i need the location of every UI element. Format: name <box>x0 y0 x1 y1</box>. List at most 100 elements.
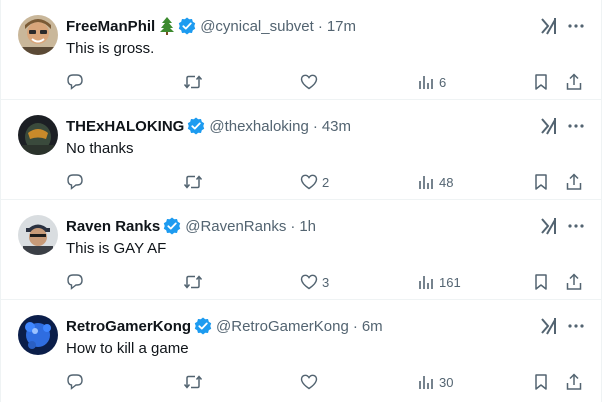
action-bar: 2 48 <box>66 170 591 194</box>
post-header: THExHALOKING @thexhaloking · 43m <box>66 116 351 136</box>
repost-button[interactable] <box>183 270 203 294</box>
like-button[interactable] <box>300 370 322 394</box>
views-chart-icon <box>417 273 435 291</box>
post-header: Raven Ranks @RavenRanks · 1h <box>66 216 316 236</box>
bookmark-icon <box>532 373 550 391</box>
verified-badge-icon <box>194 317 212 335</box>
verified-badge-icon <box>163 217 181 235</box>
reply-button[interactable] <box>66 70 84 94</box>
share-button[interactable] <box>565 70 583 94</box>
views-count: 6 <box>439 74 447 90</box>
views-button[interactable]: 48 <box>417 170 453 194</box>
share-button[interactable] <box>565 370 583 394</box>
views-count: 161 <box>439 274 461 290</box>
post-header: RetroGamerKong @RetroGamerKong · 6m <box>66 316 383 336</box>
avatar[interactable] <box>18 315 58 355</box>
heart-icon <box>300 373 318 391</box>
grok-icon[interactable] <box>539 116 559 136</box>
avatar[interactable] <box>18 115 58 155</box>
display-name[interactable]: FreeManPhil <box>66 18 155 35</box>
verified-badge-icon <box>178 17 196 35</box>
bookmark-icon <box>532 73 550 91</box>
repost-button[interactable] <box>183 170 203 194</box>
views-chart-icon <box>417 73 435 91</box>
user-handle[interactable]: @RavenRanks <box>185 218 286 235</box>
bookmark-button[interactable] <box>532 270 550 294</box>
user-handle[interactable]: @cynical_subvet <box>200 18 314 35</box>
user-handle[interactable]: @thexhaloking <box>209 118 308 135</box>
user-handle[interactable]: @RetroGamerKong <box>216 318 349 335</box>
display-name[interactable]: RetroGamerKong <box>66 318 191 335</box>
share-icon <box>565 373 583 391</box>
share-button[interactable] <box>565 270 583 294</box>
more-options-icon[interactable] <box>567 116 585 136</box>
post-header: FreeManPhil @cynical_subvet · 17m <box>66 16 356 36</box>
like-button[interactable]: 3 <box>300 270 329 294</box>
post-text: How to kill a game <box>66 340 189 357</box>
separator-dot: · <box>312 117 318 135</box>
like-button[interactable]: 2 <box>300 170 329 194</box>
views-button[interactable]: 161 <box>417 270 461 294</box>
repost-button[interactable] <box>183 370 203 394</box>
repost-icon <box>183 73 203 91</box>
share-icon <box>565 173 583 191</box>
reply-icon <box>66 73 84 91</box>
like-count: 2 <box>322 174 330 190</box>
repost-button[interactable] <box>183 70 203 94</box>
post-card[interactable]: FreeManPhil @cynical_subvet · 17m This i… <box>1 0 601 100</box>
more-options-icon[interactable] <box>567 316 585 336</box>
more-options-icon[interactable] <box>567 216 585 236</box>
reply-button[interactable] <box>66 370 84 394</box>
heart-icon <box>300 73 318 91</box>
reply-button[interactable] <box>66 270 84 294</box>
action-bar: 30 <box>66 370 591 394</box>
separator-dot: · <box>317 17 323 35</box>
reply-feed: FreeManPhil @cynical_subvet · 17m This i… <box>0 0 602 402</box>
display-name[interactable]: THExHALOKING <box>66 118 184 135</box>
bookmark-button[interactable] <box>532 170 550 194</box>
post-card[interactable]: Raven Ranks @RavenRanks · 1h This is GAY… <box>1 200 601 300</box>
post-card[interactable]: THExHALOKING @thexhaloking · 43m No than… <box>1 100 601 200</box>
avatar[interactable] <box>18 15 58 55</box>
post-timestamp[interactable]: 1h <box>299 218 316 235</box>
views-chart-icon <box>417 373 435 391</box>
heart-icon <box>300 173 318 191</box>
bookmark-icon <box>532 273 550 291</box>
bookmark-button[interactable] <box>532 70 550 94</box>
reply-icon <box>66 273 84 291</box>
post-text: This is gross. <box>66 40 155 57</box>
reply-icon <box>66 373 84 391</box>
post-timestamp[interactable]: 6m <box>362 318 383 335</box>
views-count: 30 <box>439 374 454 390</box>
post-text: No thanks <box>66 140 134 157</box>
separator-dot: · <box>290 217 296 235</box>
separator-dot: · <box>352 317 358 335</box>
more-options-icon[interactable] <box>567 16 585 36</box>
post-timestamp[interactable]: 17m <box>327 18 356 35</box>
grok-icon[interactable] <box>539 216 559 236</box>
post-card[interactable]: RetroGamerKong @RetroGamerKong · 6m How … <box>1 300 601 402</box>
views-button[interactable]: 6 <box>417 70 446 94</box>
grok-icon[interactable] <box>539 316 559 336</box>
share-icon <box>565 73 583 91</box>
share-icon <box>565 273 583 291</box>
views-button[interactable]: 30 <box>417 370 453 394</box>
post-text: This is GAY AF <box>66 240 167 257</box>
tree-emoji-icon <box>159 17 175 35</box>
repost-icon <box>183 373 203 391</box>
bookmark-button[interactable] <box>532 370 550 394</box>
repost-icon <box>183 273 203 291</box>
verified-badge-icon <box>187 117 205 135</box>
reply-icon <box>66 173 84 191</box>
reply-button[interactable] <box>66 170 84 194</box>
share-button[interactable] <box>565 170 583 194</box>
display-name[interactable]: Raven Ranks <box>66 218 160 235</box>
post-timestamp[interactable]: 43m <box>322 118 351 135</box>
avatar[interactable] <box>18 215 58 255</box>
bookmark-icon <box>532 173 550 191</box>
action-bar: 6 <box>66 70 591 94</box>
like-count: 3 <box>322 274 330 290</box>
like-button[interactable] <box>300 70 322 94</box>
grok-icon[interactable] <box>539 16 559 36</box>
action-bar: 3 161 <box>66 270 591 294</box>
